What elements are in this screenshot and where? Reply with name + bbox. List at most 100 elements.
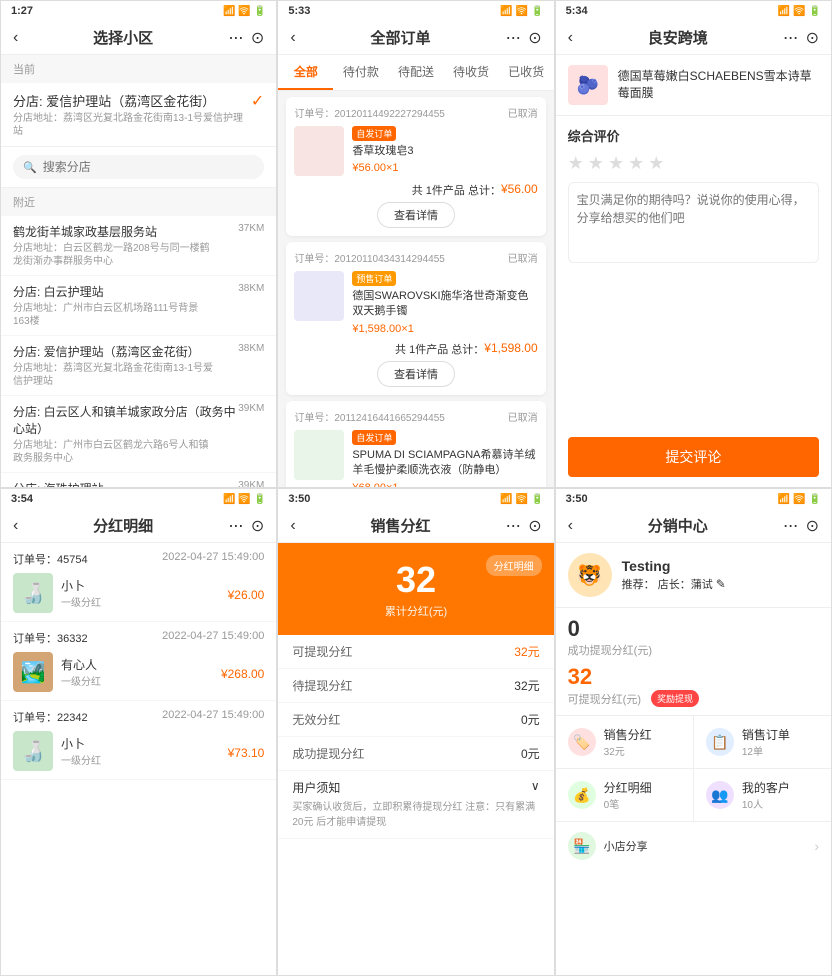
star-1[interactable]: ★ bbox=[568, 153, 584, 174]
review-textarea[interactable] bbox=[577, 191, 810, 251]
cell-detail-info: 分红明细 0笔 bbox=[604, 779, 652, 811]
tab-received[interactable]: 已收货 bbox=[499, 55, 554, 90]
star-rating[interactable]: ★ ★ ★ ★ ★ bbox=[568, 153, 819, 174]
store-dist: 39KM bbox=[238, 403, 264, 414]
order-header: 订单号：20112416441665294455 已取消 bbox=[294, 409, 537, 424]
distributor-name: Testing bbox=[622, 558, 726, 574]
list-item[interactable]: 分店: 爱信护理站（荔湾区金花街） 分店地址：荔湾区光复北路金花街南13-1号爱… bbox=[1, 336, 276, 396]
more-icon-3[interactable]: ··· bbox=[783, 27, 798, 48]
list-item[interactable]: 分店: 白云护理站 分店地址：广州市白云区机场路111号背景163楼 38KM bbox=[1, 276, 276, 336]
signal-icon: 📶 bbox=[500, 6, 512, 17]
grid-cell-sales-dividend[interactable]: 🏷️ 销售分红 32元 bbox=[556, 716, 693, 768]
more-icon-5[interactable]: ··· bbox=[505, 515, 520, 536]
cell-detail-value: 0笔 bbox=[604, 796, 652, 811]
review-input-area bbox=[568, 182, 819, 263]
grid-cell-my-customers[interactable]: 👥 我的客户 10人 bbox=[694, 769, 831, 821]
product-tag: 自发订单 bbox=[352, 430, 396, 445]
nav-title-2: 全部订单 bbox=[296, 27, 506, 48]
star-2[interactable]: ★ bbox=[588, 153, 604, 174]
review-title: 综合评价 bbox=[568, 126, 819, 145]
battery-icon: 🔋 bbox=[254, 494, 266, 505]
cell-orders-info: 销售订单 12单 bbox=[742, 726, 790, 758]
order-card: 订单号：20120110434314294455 已取消 预售订单 德国SWAR… bbox=[286, 242, 545, 395]
product-info: 预售订单 德国SWAROVSKI施华洛世奇渐变色双天鹅手镯 ¥1,598.00×… bbox=[352, 271, 537, 335]
star-4[interactable]: ★ bbox=[628, 153, 644, 174]
dividend-product: 🍶 小卜 一级分红 ¥73.10 bbox=[13, 731, 264, 771]
more-icon-6[interactable]: ··· bbox=[783, 515, 798, 536]
search-icon: 🔍 bbox=[23, 161, 37, 174]
notice-arrow[interactable]: ∨ bbox=[531, 779, 540, 796]
success-value: 0元 bbox=[521, 745, 540, 762]
dividend-product-img: 🏞️ bbox=[13, 652, 53, 692]
distributor-sub: 推荐： 店长：蒲试 ✎ bbox=[622, 576, 726, 592]
current-store-item[interactable]: 分店: 爱信护理站（荔湾区金花街） 分店地址：荔湾区光复北路金花街南13-1号爱… bbox=[1, 83, 276, 147]
signal-icon: 📶 bbox=[778, 494, 790, 505]
grid-cell-dividend-detail[interactable]: 💰 分红明细 0笔 bbox=[556, 769, 693, 821]
grid-cell-sales-orders[interactable]: 📋 销售订单 12单 bbox=[694, 716, 831, 768]
list-item[interactable]: 分店: 白云区人和镇羊城家政分店（政务中心站） 分店地址：广州市白云区鹤龙六路6… bbox=[1, 396, 276, 473]
current-store-addr: 分店地址：荔湾区光复北路金花街南13-1号爱信护理站 bbox=[13, 112, 251, 138]
scan-icon-5[interactable]: ⊙ bbox=[528, 516, 541, 536]
view-detail-button[interactable]: 查看详情 bbox=[377, 361, 455, 387]
list-item[interactable]: 鹤龙街羊城家政基层服务站 分店地址：白云区鹤龙一路208号与同一楼鹤龙街渐办事群… bbox=[1, 216, 276, 276]
order-card: 订单号：20112416441665294455 已取消 自发订单 SPUMA … bbox=[286, 401, 545, 487]
share-icon: 🏪 bbox=[568, 832, 596, 860]
signal-icon: 📶 bbox=[500, 494, 512, 505]
more-icon-4[interactable]: ··· bbox=[228, 515, 243, 536]
more-icon-2[interactable]: ··· bbox=[505, 27, 520, 48]
tab-all[interactable]: 全部 bbox=[278, 55, 333, 90]
star-3[interactable]: ★ bbox=[608, 153, 624, 174]
total-label: 累计分红(元) bbox=[294, 603, 537, 619]
stats-section: 0 成功提现分红(元) 32 可提现分红(元) 奖励提现 bbox=[556, 608, 831, 715]
order-list: 订单号：20120114492227294455 已取消 自发订单 香草玫瑰皂3… bbox=[278, 91, 553, 487]
list-item: 订单号：22342 2022-04-27 15:49:00 🍶 小卜 一级分红 … bbox=[1, 701, 276, 780]
shop-logo: 🫐 bbox=[568, 65, 608, 105]
nav-title-6: 分销中心 bbox=[573, 515, 783, 536]
nav-bar-4: ‹ 分红明细 ··· ⊙ bbox=[1, 509, 276, 543]
product-tag: 自发订单 bbox=[352, 126, 396, 141]
share-label: 小店分享 bbox=[604, 838, 648, 854]
shop-header: 🫐 德国草莓嫩白SCHAEBENS雪本诗草莓面膜 bbox=[556, 55, 831, 116]
notice-title: 用户须知 bbox=[292, 779, 340, 796]
order-total-value: ¥1,598.00 bbox=[484, 341, 537, 357]
scan-icon-2[interactable]: ⊙ bbox=[528, 28, 541, 48]
cell-sales-info: 销售分红 32元 bbox=[604, 726, 652, 758]
time-2: 5:33 bbox=[288, 5, 310, 17]
edit-icon[interactable]: ✎ bbox=[716, 577, 726, 591]
status-icons-2: 📶 🛜 🔋 bbox=[500, 6, 543, 17]
list-item[interactable]: 分店: 海珠护理站 分店地址：广东华中路联执直街5号 39KM bbox=[1, 473, 276, 487]
tab-pending-pay[interactable]: 待付款 bbox=[333, 55, 388, 90]
withdrawable-row: 可提现分红 32元 bbox=[278, 635, 553, 669]
tab-pending-deliver[interactable]: 待配送 bbox=[388, 55, 443, 90]
product-tag: 预售订单 bbox=[352, 271, 396, 286]
dividend-detail-button[interactable]: 分红明细 bbox=[486, 555, 542, 576]
function-grid: 🏷️ 销售分红 32元 📋 销售订单 12单 💰 分红明细 0笔 bbox=[556, 715, 831, 821]
withdraw-badge[interactable]: 奖励提现 bbox=[651, 690, 699, 707]
view-detail-button[interactable]: 查看详情 bbox=[377, 202, 455, 228]
store-addr: 分店地址：荔湾区光复北路金花街南13-1号爱信护理站 bbox=[13, 362, 213, 388]
tab-pending-receive[interactable]: 待收货 bbox=[444, 55, 499, 90]
battery-icon: 🔋 bbox=[809, 6, 821, 17]
search-wrap[interactable]: 🔍 bbox=[13, 155, 264, 179]
sales-header: 32 累计分红(元) 分红明细 bbox=[278, 543, 553, 635]
scan-icon-3[interactable]: ⊙ bbox=[806, 28, 819, 48]
scan-icon-1[interactable]: ⊙ bbox=[251, 28, 264, 48]
status-icons-1: 📶 🛜 🔋 bbox=[223, 6, 266, 17]
product-image bbox=[294, 271, 344, 321]
order-status: 已取消 bbox=[508, 409, 538, 424]
scan-icon-4[interactable]: ⊙ bbox=[251, 516, 264, 536]
submit-review-button[interactable]: 提交评论 bbox=[568, 437, 819, 477]
dividend-list: 订单号：45754 2022-04-27 15:49:00 🍶 小卜 一级分红 … bbox=[1, 543, 276, 975]
product-image bbox=[294, 430, 344, 480]
search-input[interactable] bbox=[43, 160, 255, 174]
my-customers-icon: 👥 bbox=[706, 781, 734, 809]
product-image bbox=[294, 126, 344, 176]
status-bar-1: 1:27 📶 🛜 🔋 bbox=[1, 1, 276, 21]
share-row[interactable]: 🏪 小店分享 › bbox=[556, 821, 831, 870]
more-icon-1[interactable]: ··· bbox=[228, 27, 243, 48]
scan-icon-6[interactable]: ⊙ bbox=[806, 516, 819, 536]
star-5[interactable]: ★ bbox=[648, 153, 664, 174]
nav-bar-5: ‹ 销售分红 ··· ⊙ bbox=[278, 509, 553, 543]
dividend-level: 一级分红 bbox=[61, 594, 101, 609]
panel-shop-review: 5:34 📶 🛜 🔋 ‹ 良安跨境 ··· ⊙ 🫐 德国草莓嫩白SCHAEBEN… bbox=[555, 0, 832, 488]
